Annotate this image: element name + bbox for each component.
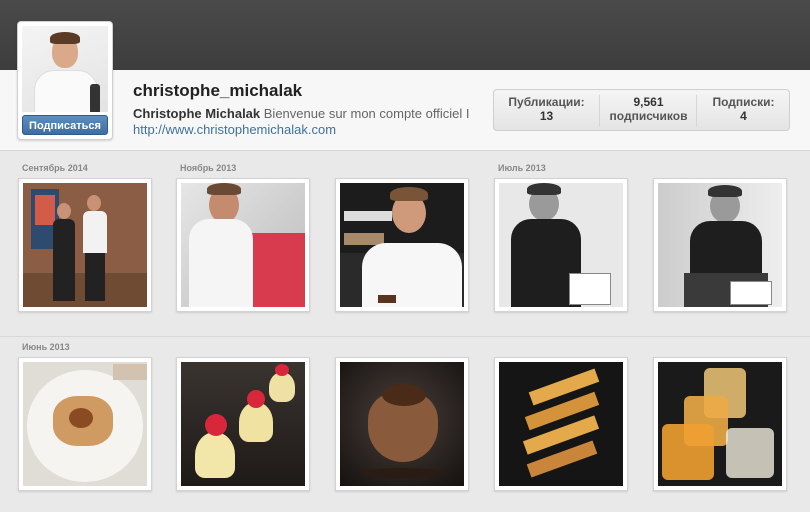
stat-posts-label: Публикации: (508, 95, 585, 109)
photo-plated-dessert[interactable] (18, 357, 152, 491)
full-name: Christophe Michalak (133, 106, 261, 121)
date-label: Июнь 2013 (22, 342, 70, 352)
stat-posts-value: 13 (539, 109, 554, 123)
stats-bar: Публикации: 13 9,561 подписчиков Подписк… (493, 89, 790, 131)
website-link[interactable]: http://www.christophemichalak.com (133, 122, 336, 137)
photo-bw-seated-jacket[interactable] (653, 178, 787, 312)
photo-two-chefs-kitchen[interactable] (18, 178, 152, 312)
photo-pastry-stack[interactable] (494, 357, 628, 491)
date-label: Сентябрь 2014 (22, 163, 88, 173)
username: christophe_michalak (133, 81, 303, 100)
photo-chocolate-heart[interactable] (335, 357, 469, 491)
stat-followers-label: подписчиков (609, 109, 688, 123)
stat-followers[interactable]: 9,561 подписчиков (599, 95, 697, 127)
bio-text: Bienvenue sur mon compte officiel I (263, 106, 470, 121)
date-label: Ноябрь 2013 (180, 163, 237, 173)
stat-following-value: 4 (740, 109, 747, 123)
top-bar (0, 0, 810, 70)
bio: Christophe Michalak Bienvenue sur mon co… (133, 106, 491, 121)
photo-bw-leather-jacket[interactable] (494, 178, 628, 312)
follow-button[interactable]: Подписаться (22, 115, 108, 135)
stat-followers-value: 9,561 (633, 95, 664, 109)
date-label: Июль 2013 (498, 163, 546, 173)
stat-following-label: Подписки: (712, 95, 775, 109)
photo-cream-puffs[interactable] (176, 357, 310, 491)
photo-glass-desserts[interactable] (653, 357, 787, 491)
photo-chef-tasting-chocolate[interactable] (335, 178, 469, 312)
avatar[interactable] (22, 26, 108, 112)
stat-posts[interactable]: Публикации: 13 (494, 95, 599, 127)
avatar-card: Подписаться (17, 21, 113, 140)
photo-chef-writing[interactable] (176, 178, 310, 312)
stat-following[interactable]: Подписки: 4 (696, 95, 790, 127)
